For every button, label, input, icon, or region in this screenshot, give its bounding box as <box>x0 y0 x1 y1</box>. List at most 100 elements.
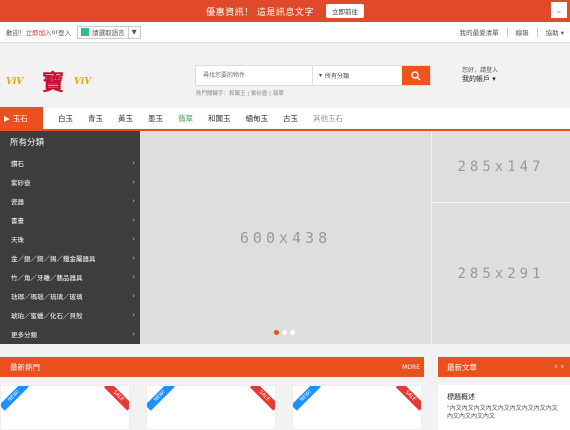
sidebar-item[interactable]: 瓷器 › <box>0 191 140 210</box>
sidebar-item-label: 鑽石 <box>11 159 24 168</box>
sidebar-item-more[interactable]: 更多分類 › <box>0 325 140 344</box>
side-banner-bottom[interactable]: 285x291 <box>432 203 570 344</box>
carousel-dot[interactable] <box>290 330 295 335</box>
chevron-right-icon: › <box>132 311 135 320</box>
greeting-text: 您好，請登入 <box>462 67 499 74</box>
or-text: or <box>51 28 59 36</box>
play-icon: ▶ <box>4 114 10 123</box>
hot-label: 熱門關鍵字： <box>196 91 230 97</box>
dropdown-arrow-icon: ▼ <box>131 28 137 36</box>
chevron-right-icon: › <box>132 292 135 301</box>
divider <box>127 26 129 38</box>
collapse-icon[interactable]: ⌄ <box>551 2 567 18</box>
category-select[interactable]: ▾ 所有分類 <box>312 66 402 85</box>
tab-green-jade[interactable]: 青玉 <box>88 113 103 124</box>
chevron-right-icon: › <box>132 177 135 186</box>
tab-ancient-jade[interactable]: 古玉 <box>283 113 298 124</box>
account-menu[interactable]: 您好，請登入 我的帳戶 ▾ <box>462 67 498 83</box>
tab-black-jade[interactable]: 墨玉 <box>148 113 163 124</box>
product-card[interactable]: NEW! SALE <box>292 385 422 430</box>
login-link[interactable]: 登入 <box>58 27 71 37</box>
logo-left: ViV <box>6 77 24 87</box>
chevron-right-icon: › <box>132 234 135 243</box>
join-link[interactable]: 立即加入 <box>26 27 52 37</box>
header: ViV 寶 ViV ▾ 所有分類 熱門關鍵字：和闐玉 | 紫砂壺 | 翡翠 您好… <box>0 43 570 107</box>
sidebar-item[interactable]: 書畫 › <box>0 210 140 229</box>
chevron-down-icon: ▾ <box>319 72 323 79</box>
section-title: 最新熱門 <box>10 362 40 372</box>
category-sidebar: 所有分類 鑽石 › 紫砂壺 › 瓷器 › 書畫 › 天珠 › 金／銀／銅／錫／鐵金屬器具 ›… <box>0 131 140 344</box>
language-select[interactable]: 請選取語言 ▼ <box>77 25 141 39</box>
chevron-right-icon: › <box>132 273 135 282</box>
tab-burma-jade[interactable]: 緬甸玉 <box>246 113 269 124</box>
logo-char: 寶 <box>42 70 65 96</box>
promo-go-button[interactable]: 立即前往 <box>325 4 364 18</box>
article-item[interactable]: 標題概述 "內文內文內文內文內文內文內文內文內文內文內文內文內文 <box>438 385 570 430</box>
tab-label: 玉石 <box>12 114 28 123</box>
new-badge: NEW! <box>293 386 321 411</box>
search-icon <box>411 70 421 80</box>
hot-keyword-list[interactable]: 和闐玉 | 紫砂壺 | 翡翠 <box>229 91 284 97</box>
sidebar-item[interactable]: 琥珀／蜜蠟／化石／貝殼 › <box>0 306 140 325</box>
logo-right: ViV <box>74 77 92 87</box>
sidebar-item-label: 金／銀／銅／錫／鐵金屬器具 <box>11 255 96 264</box>
sidebar-item[interactable]: 金／銀／銅／錫／鐵金屬器具 › <box>0 248 140 267</box>
product-card[interactable]: NEW! SALE <box>146 385 276 430</box>
welcome-text: 歡迎！ <box>6 29 26 37</box>
search-bar: ▾ 所有分類 <box>195 65 431 86</box>
tab-jade-current[interactable]: ▶ 玉石 <box>0 107 43 130</box>
chevron-right-icon: › <box>132 254 135 263</box>
chevron-right-icon: › <box>132 330 135 339</box>
side-banner-top[interactable]: 285x147 <box>432 131 570 202</box>
divider <box>506 27 508 37</box>
category-value: 所有分類 <box>325 73 350 80</box>
tab-white-jade[interactable]: 白玉 <box>58 113 73 124</box>
sidebar-item-label: 紫砂壺 <box>11 178 31 187</box>
translate-icon <box>81 28 90 36</box>
sidebar-item-label: 書畫 <box>11 216 24 225</box>
help-link[interactable]: 協助 ▾ <box>546 27 564 37</box>
tab-hetian-jade[interactable]: 和闐玉 <box>208 113 231 124</box>
article-text: "內文內文內文內文內文內文內文內文內文內文內文內文內文 <box>447 404 558 421</box>
top-nav: 我的最愛清單 線報 協助 ▾ <box>460 27 564 37</box>
hot-keywords: 熱門關鍵字：和闐玉 | 紫砂壺 | 翡翠 <box>196 89 284 97</box>
new-badge: NEW! <box>147 386 175 411</box>
tab-other-jade[interactable]: 其他玉石 <box>313 113 343 124</box>
news-link[interactable]: 線報 <box>516 27 529 37</box>
hot-section-header: 最新熱門 MORE <box>0 357 424 377</box>
chevron-right-icon: › <box>132 215 135 224</box>
product-card[interactable]: NEW! SALE <box>0 385 130 430</box>
sidebar-item-label: 天珠 <box>11 235 24 244</box>
sidebar-item[interactable]: 竹／角／牙雕／藝品器具 › <box>0 268 140 287</box>
carousel-dot[interactable] <box>282 330 287 335</box>
main-banner[interactable]: 600x438 <box>140 131 431 344</box>
sidebar-item-label: 琥珀／蜜蠟／化石／貝殼 <box>11 312 83 321</box>
divider <box>536 27 538 37</box>
sidebar-item[interactable]: 琺瑯／瑪瑙／琉璃／玻璃 › <box>0 287 140 306</box>
sale-badge: SALE <box>250 386 275 411</box>
carousel-dots <box>274 330 298 335</box>
promo-text: 優惠資訊！ 這是訊息文字 <box>206 7 314 18</box>
site-logo[interactable]: ViV 寶 ViV <box>6 65 126 96</box>
category-nav: ▶ 玉石 白玉 青玉 黃玉 墨玉 翡翠 和闐玉 緬甸玉 古玉 其他玉石 <box>0 107 570 131</box>
sidebar-header: 所有分類 <box>10 138 45 148</box>
search-input[interactable] <box>196 66 312 85</box>
carousel-arrows-icon[interactable]: ‹ › <box>554 362 564 372</box>
tab-yellow-jade[interactable]: 黃玉 <box>118 113 133 124</box>
carousel-dot[interactable] <box>274 330 279 335</box>
new-badge: NEW! <box>1 386 29 411</box>
chevron-right-icon: › <box>132 196 135 205</box>
wishlist-link[interactable]: 我的最愛清單 <box>460 27 499 37</box>
section-title: 最新文章 <box>447 362 477 372</box>
search-button[interactable] <box>402 66 430 85</box>
sidebar-item[interactable]: 紫砂壺 › <box>0 172 140 191</box>
tab-jadeite[interactable]: 翡翠 <box>178 113 193 124</box>
more-link[interactable]: MORE <box>402 364 420 371</box>
sidebar-item-label: 瓷器 <box>11 197 24 206</box>
language-label: 請選取語言 <box>92 29 125 37</box>
sidebar-item[interactable]: 鑽石 › <box>0 153 140 172</box>
sale-badge: SALE <box>396 386 421 411</box>
sidebar-item[interactable]: 天珠 › <box>0 229 140 248</box>
sidebar-item-label: 更多分類 <box>11 331 37 340</box>
top-bar: 歡迎！ 立即加入 or 登入 請選取語言 ▼ 我的最愛清單 線報 協助 ▾ <box>0 22 570 43</box>
